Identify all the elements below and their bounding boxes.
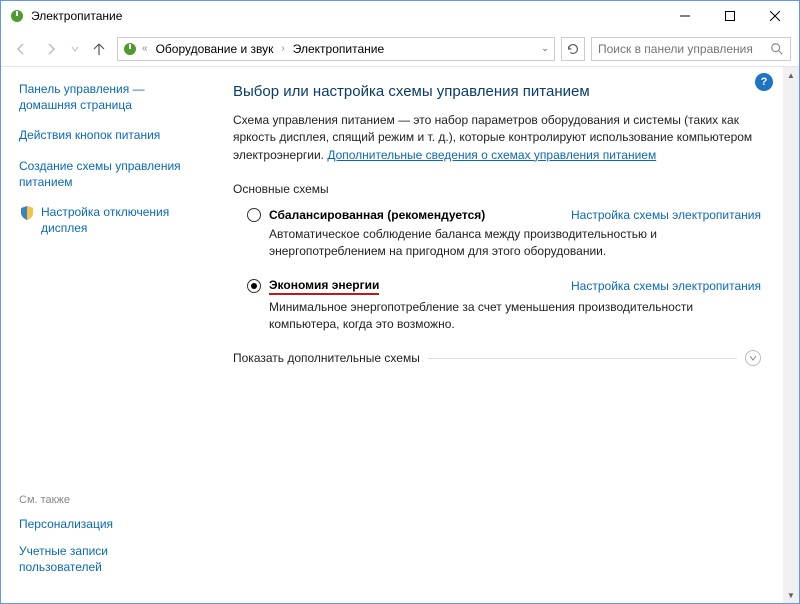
sidebar-item-label: Настройка отключения дисплея [41, 204, 183, 236]
section-basic-plans: Основные схемы [233, 182, 761, 196]
breadcrumb-hardware[interactable]: Оборудование и звук [152, 40, 278, 58]
shield-icon [19, 205, 35, 221]
radio-icon [247, 208, 261, 222]
back-button[interactable] [9, 37, 33, 61]
power-options-icon [122, 41, 138, 57]
radio-selected-icon [247, 279, 261, 293]
address-dropdown[interactable]: ⌄ [538, 43, 552, 54]
chevron-right-icon: › [281, 43, 284, 54]
plan-power-saver: Экономия энергии Настройка схемы электро… [233, 278, 761, 333]
minimize-button[interactable] [662, 2, 707, 30]
plan-balanced: Сбалансированная (рекомендуется) Настрой… [233, 208, 761, 260]
sidebar-item-home[interactable]: Панель управления — домашняя страница [19, 81, 183, 113]
forward-button[interactable] [39, 37, 63, 61]
page-title: Выбор или настройка схемы управления пит… [233, 83, 761, 100]
chevron-down-icon[interactable] [745, 350, 761, 366]
vertical-scrollbar[interactable]: ▲ ▼ [783, 67, 799, 603]
plan-power-saver-settings-link[interactable]: Настройка схемы электропитания [571, 279, 761, 293]
plan-name: Сбалансированная (рекомендуется) [269, 208, 485, 222]
more-info-link[interactable]: Дополнительные сведения о схемах управле… [327, 148, 656, 162]
refresh-button[interactable] [561, 37, 585, 61]
plan-balanced-settings-link[interactable]: Настройка схемы электропитания [571, 208, 761, 222]
address-bar[interactable]: « Оборудование и звук › Электропитание ⌄ [117, 37, 555, 61]
close-button[interactable] [752, 2, 797, 30]
sidebar-item-display-off[interactable]: Настройка отключения дисплея [19, 204, 183, 236]
up-button[interactable] [87, 37, 111, 61]
chevron-left-icon: « [142, 43, 148, 54]
sidebar-item-create-plan[interactable]: Создание схемы управления питанием [19, 158, 183, 190]
plan-description: Минимальное энергопотребление за счет ум… [247, 299, 761, 333]
plan-power-saver-radio[interactable]: Экономия энергии [247, 278, 379, 295]
plan-name: Экономия энергии [269, 278, 379, 295]
expand-additional-plans[interactable]: Показать дополнительные схемы [233, 350, 761, 366]
help-button[interactable]: ? [755, 73, 773, 91]
navigation-bar: « Оборудование и звук › Электропитание ⌄ [1, 31, 799, 67]
see-also-accounts[interactable]: Учетные записи пользователей [19, 543, 189, 575]
expand-label: Показать дополнительные схемы [233, 351, 420, 365]
search-input[interactable] [598, 42, 764, 56]
sidebar-item-button-actions[interactable]: Действия кнопок питания [19, 127, 183, 143]
recent-dropdown[interactable] [69, 37, 81, 61]
see-also: См. также Персонализация Учетные записи … [19, 494, 189, 585]
window-controls [662, 2, 797, 30]
maximize-button[interactable] [707, 2, 752, 30]
plan-balanced-radio[interactable]: Сбалансированная (рекомендуется) [247, 208, 485, 222]
search-box[interactable] [591, 37, 791, 61]
divider [428, 358, 737, 359]
scroll-up-icon[interactable]: ▲ [783, 67, 799, 83]
plan-description: Автоматическое соблюдение баланса между … [247, 226, 761, 260]
titlebar: Электропитание [1, 1, 799, 31]
power-options-icon [9, 8, 25, 24]
see-also-personalization[interactable]: Персонализация [19, 516, 189, 532]
see-also-header: См. также [19, 494, 189, 506]
scroll-down-icon[interactable]: ▼ [783, 587, 799, 603]
breadcrumb-power[interactable]: Электропитание [289, 40, 388, 58]
scroll-track[interactable] [783, 83, 799, 587]
search-icon [770, 42, 784, 56]
window-title: Электропитание [31, 9, 662, 23]
page-description: Схема управления питанием — это набор па… [233, 112, 761, 164]
sidebar: Панель управления — домашняя страница Де… [1, 67, 201, 603]
main-content: ? Выбор или настройка схемы управления п… [201, 67, 783, 603]
